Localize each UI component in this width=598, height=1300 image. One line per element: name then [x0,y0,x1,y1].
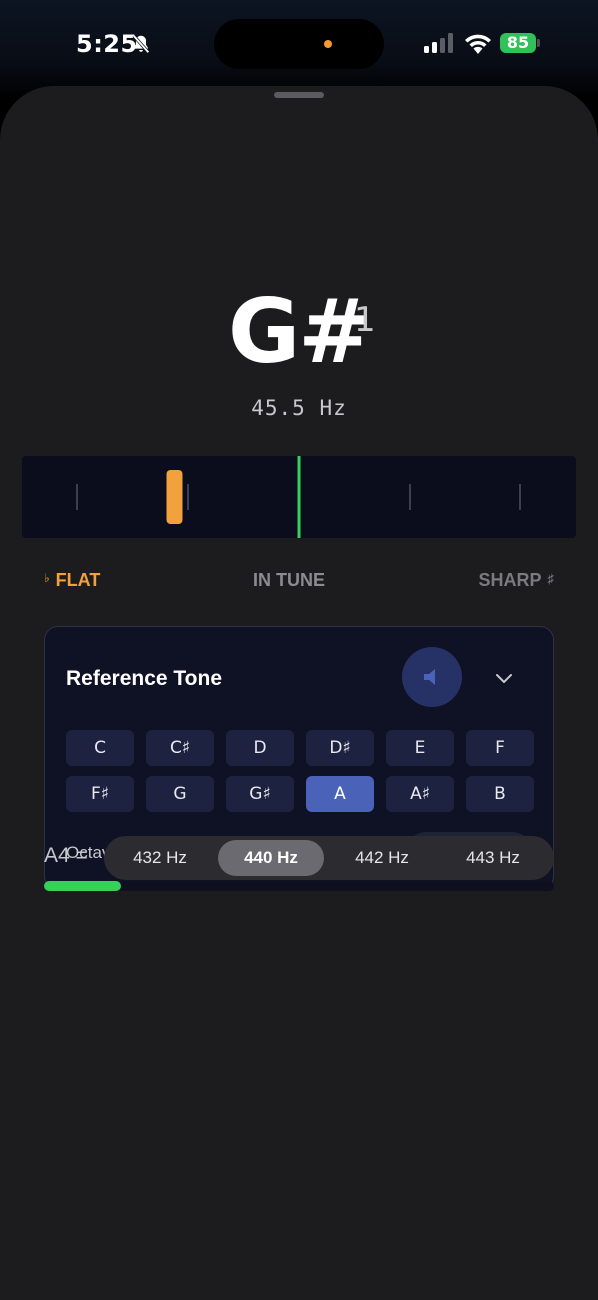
note-button[interactable]: D [226,730,294,766]
wifi-icon [465,34,491,54]
note-button[interactable]: B [466,776,534,812]
note-button[interactable]: E [386,730,454,766]
note-button[interactable]: A♯ [386,776,454,812]
chevron-down-icon [496,674,512,683]
a4-calibration-label: A4 = [44,844,88,867]
in-tune-center-line [297,456,301,538]
sharp-label: SHARP ♯ [478,570,554,591]
speaker-icon [424,669,435,685]
status-bar: 5:25 85 [0,0,598,88]
dynamic-island [214,19,384,69]
reference-tone-title: Reference Tone [66,667,222,690]
tuning-meter-graphic [22,456,576,538]
privacy-indicator [324,40,332,48]
note-button[interactable]: G [146,776,214,812]
battery-level: 85 [500,33,536,53]
note-display: G# 1 [0,282,598,382]
note-button[interactable]: C♯ [146,730,214,766]
play-reference-button[interactable] [402,647,462,707]
progress-bar [44,881,554,891]
note-button[interactable]: A [306,776,374,812]
a4-option[interactable]: 440 Hz [218,840,324,876]
status-time: 5:25 [76,30,138,58]
note-button[interactable]: G♯ [226,776,294,812]
tuning-meter [22,456,576,538]
meter-labels: ♭ FLAT IN TUNE SHARP ♯ [0,570,598,594]
pitch-needle [166,470,183,524]
sharp-symbol: ♯ [547,571,555,586]
detected-note: G# [228,280,372,383]
note-button[interactable]: F [466,730,534,766]
note-button[interactable]: C [66,730,134,766]
tuner-sheet: G# 1 45.5 Hz ♭ FLAT IN TUNE SHARP ♯ Refere… [0,86,598,1300]
a4-calibration-selector: 432 Hz 440 Hz 442 Hz 443 Hz [104,836,554,880]
note-button[interactable]: F♯ [66,776,134,812]
a4-option[interactable]: 443 Hz [440,840,546,876]
battery-charging-icon [537,39,540,47]
a4-option[interactable]: 442 Hz [329,840,435,876]
note-button[interactable]: D♯ [306,730,374,766]
a4-option[interactable]: 432 Hz [107,840,213,876]
collapse-panel-button[interactable] [489,663,519,693]
bell-slash-icon [132,34,150,54]
detected-octave: 1 [354,300,376,340]
detected-frequency: 45.5 Hz [251,396,347,420]
progress-bar-fill [44,881,121,891]
sheet-grabber[interactable] [274,92,324,98]
cellular-signal-icon [424,33,453,53]
sharp-text: SHARP [478,570,542,590]
